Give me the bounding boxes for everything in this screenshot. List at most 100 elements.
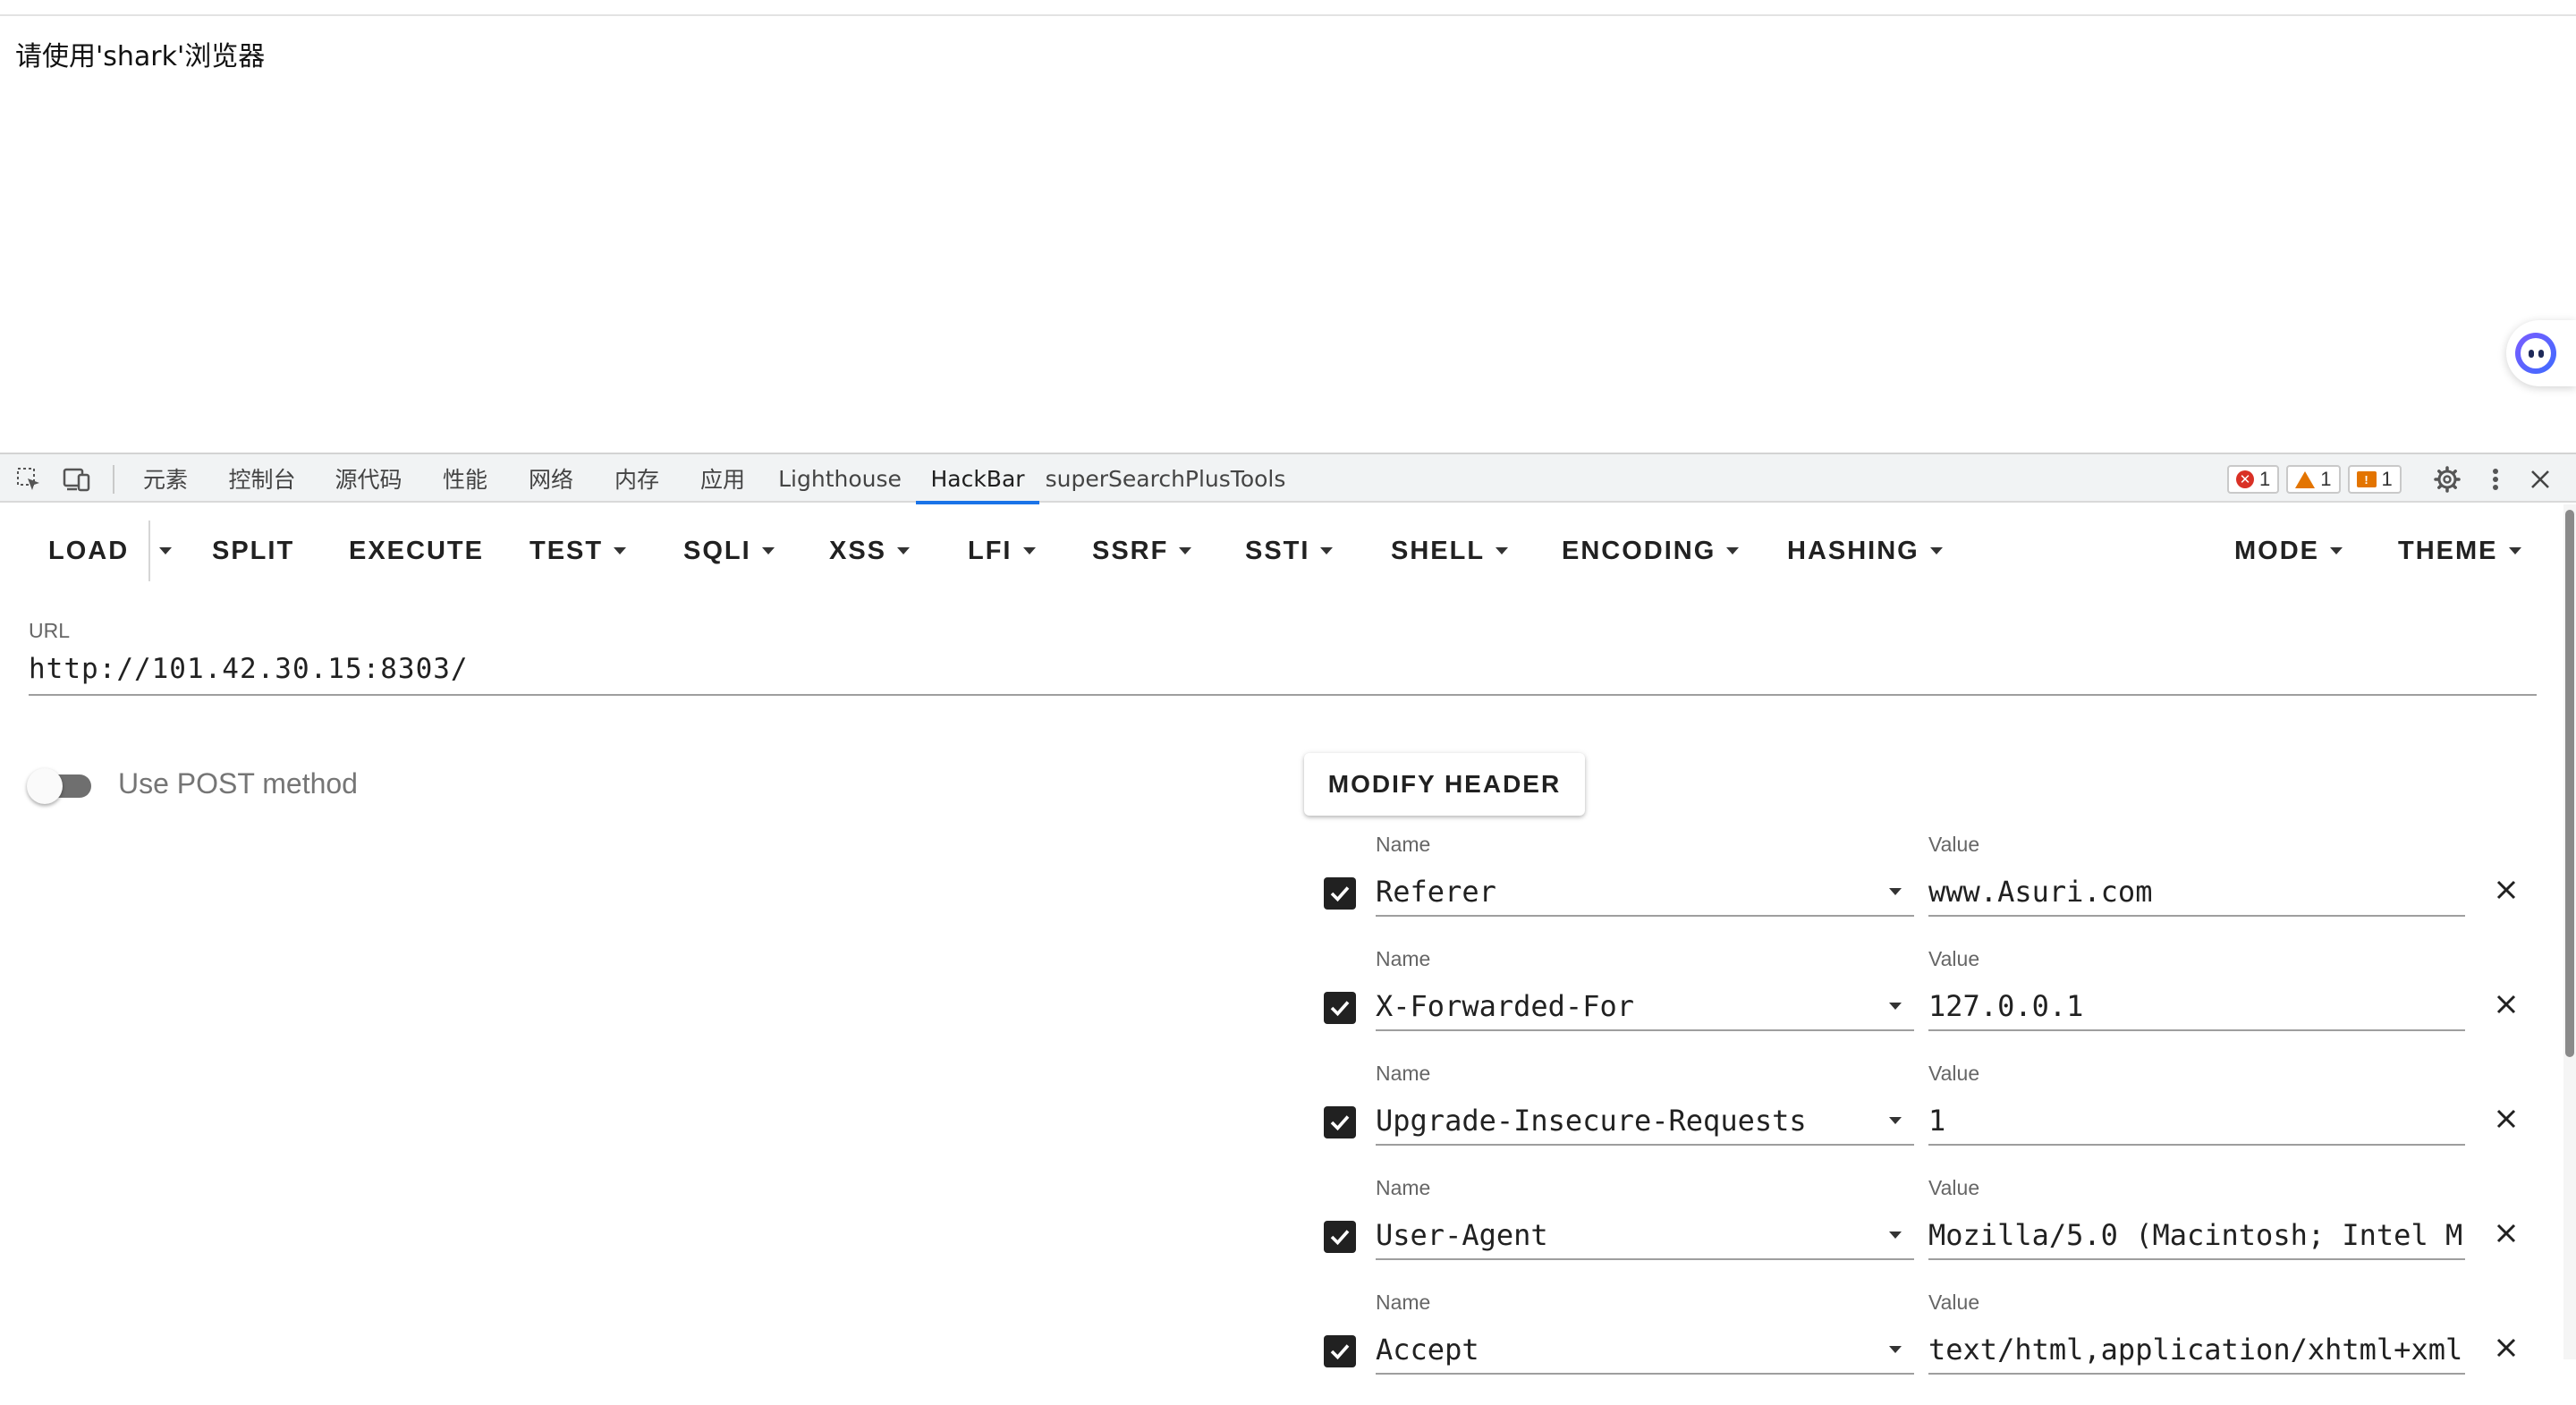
inspect-element-icon[interactable]: [14, 465, 43, 494]
header-value-input[interactable]: 127.0.0.1: [1928, 976, 2465, 1031]
chevron-down-icon: [1889, 1003, 1902, 1010]
header-enabled-checkbox[interactable]: [1324, 1335, 1356, 1367]
chevron-down-icon: [1496, 547, 1509, 554]
header-value-input[interactable]: text/html,application/xhtml+xml: [1928, 1319, 2465, 1375]
chevron-down-icon: [1889, 1117, 1902, 1124]
url-input[interactable]: [29, 651, 2537, 696]
header-name-select[interactable]: X-Forwarded-For: [1376, 976, 1914, 1031]
header-row: Name X-Forwarded-For Value 127.0.0.1: [1306, 947, 2540, 1062]
issue-icon: !: [2356, 471, 2377, 487]
more-options-icon[interactable]: [2481, 465, 2510, 494]
header-value-input[interactable]: Mozilla/5.0 (Macintosh; Intel M: [1928, 1205, 2465, 1260]
tab-elements[interactable]: 元素: [141, 454, 190, 503]
header-row: Name User-Agent Value Mozilla/5.0 (Macintos…: [1306, 1176, 2540, 1291]
header-value-input[interactable]: 1: [1928, 1090, 2465, 1146]
ssti-menu-button[interactable]: SSTI: [1245, 524, 1334, 578]
header-enabled-checkbox[interactable]: [1324, 992, 1356, 1024]
header-name-label: Name: [1376, 947, 1431, 970]
ssrf-menu-button[interactable]: SSRF: [1092, 524, 1192, 578]
url-label: URL: [29, 619, 71, 642]
header-name-select[interactable]: Referer: [1376, 861, 1914, 917]
close-icon: [2496, 1109, 2516, 1129]
check-icon: [1330, 886, 1350, 902]
toolbar-separator: [113, 465, 114, 494]
header-enabled-checkbox[interactable]: [1324, 1221, 1356, 1253]
web-page: 请使用'shark'浏览器: [0, 0, 2576, 453]
header-name-label: Name: [1376, 1291, 1431, 1314]
devtools-panel: 元素 控制台 源代码 性能 网络 内存 应用 Lighthouse HackBa…: [0, 453, 2576, 1375]
modify-header-button[interactable]: MODIFY HEADER: [1304, 753, 1585, 816]
hashing-menu-button[interactable]: HASHING: [1787, 524, 1943, 578]
header-value-label: Value: [1928, 1062, 1980, 1085]
remove-header-button[interactable]: [2488, 872, 2524, 908]
tab-console[interactable]: 控制台: [227, 454, 297, 503]
tab-lighthouse[interactable]: Lighthouse: [778, 454, 902, 503]
scrollbar[interactable]: [2563, 504, 2576, 1359]
test-menu-button[interactable]: TEST: [530, 524, 627, 578]
header-enabled-checkbox[interactable]: [1324, 1106, 1356, 1138]
theme-menu-button[interactable]: THEME: [2398, 524, 2521, 578]
close-icon[interactable]: [2526, 465, 2555, 494]
header-row: Name Upgrade-Insecure-Requests Value 1: [1306, 1062, 2540, 1176]
tab-network[interactable]: 网络: [527, 454, 575, 503]
remove-header-button[interactable]: [2488, 1215, 2524, 1251]
chevron-down-icon: [1022, 547, 1036, 554]
check-icon: [1330, 1344, 1350, 1360]
tab-performance[interactable]: 性能: [441, 454, 489, 503]
sqli-menu-button[interactable]: SQLI: [683, 524, 775, 578]
page-message: 请使用'shark'浏览器: [15, 41, 266, 72]
split-button[interactable]: SPLIT: [212, 524, 294, 578]
assistant-icon: [2515, 333, 2556, 374]
xss-menu-button[interactable]: XSS: [829, 524, 911, 578]
lfi-menu-button[interactable]: LFI: [968, 524, 1036, 578]
header-enabled-checkbox[interactable]: [1324, 877, 1356, 910]
chevron-down-icon: [1929, 547, 1943, 554]
tab-hackbar[interactable]: HackBar: [916, 454, 1039, 504]
remove-header-button[interactable]: [2488, 1101, 2524, 1137]
header-value-label: Value: [1928, 1291, 1980, 1314]
tab-supersearchplustools[interactable]: superSearchPlusTools: [1046, 454, 1286, 503]
error-count-badge[interactable]: ✕ 1: [2227, 465, 2280, 494]
header-name-select[interactable]: User-Agent: [1376, 1205, 1914, 1260]
issues-count-badge[interactable]: ! 1: [2347, 465, 2402, 494]
chevron-down-icon: [1889, 888, 1902, 895]
header-name-label: Name: [1376, 1176, 1431, 1199]
check-icon: [1330, 1001, 1350, 1017]
header-name-select[interactable]: Accept: [1376, 1319, 1914, 1375]
device-toolbar-icon[interactable]: [63, 465, 91, 494]
issue-badges[interactable]: ✕ 1 1 ! 1: [2227, 465, 2402, 494]
post-method-toggle[interactable]: [27, 766, 98, 805]
mode-menu-button[interactable]: MODE: [2234, 524, 2343, 578]
chevron-down-icon: [614, 547, 627, 554]
close-icon: [2496, 1338, 2516, 1358]
header-value-label: Value: [1928, 947, 1980, 970]
gear-icon[interactable]: [2433, 465, 2462, 494]
chevron-down-icon: [159, 547, 172, 554]
assistant-floating-button[interactable]: [2506, 320, 2576, 386]
warning-icon: [2295, 470, 2316, 488]
header-value-label: Value: [1928, 1176, 1980, 1199]
header-row: Name Accept Value text/html,application/xht…: [1306, 1291, 2540, 1405]
tab-sources[interactable]: 源代码: [334, 454, 403, 503]
warning-count-badge[interactable]: 1: [2286, 465, 2341, 494]
load-separator: [148, 521, 150, 581]
chevron-down-icon: [1179, 547, 1192, 554]
load-button[interactable]: LOAD: [48, 524, 129, 578]
execute-button[interactable]: EXECUTE: [349, 524, 484, 578]
load-dropdown-button[interactable]: [159, 524, 172, 578]
post-method-label: Use POST method: [118, 767, 358, 800]
header-name-select[interactable]: Upgrade-Insecure-Requests: [1376, 1090, 1914, 1146]
chevron-down-icon: [1889, 1346, 1902, 1353]
tab-memory[interactable]: 内存: [613, 454, 661, 503]
remove-header-button[interactable]: [2488, 1330, 2524, 1366]
scrollbar-thumb[interactable]: [2565, 510, 2574, 1057]
tab-application[interactable]: 应用: [699, 454, 747, 503]
chevron-down-icon: [1726, 547, 1740, 554]
shell-menu-button[interactable]: SHELL: [1391, 524, 1509, 578]
header-value-input[interactable]: www.Asuri.com: [1928, 861, 2465, 917]
header-row: Name Referer Value www.Asuri.com: [1306, 833, 2540, 947]
encoding-menu-button[interactable]: ENCODING: [1562, 524, 1740, 578]
close-icon: [2496, 880, 2516, 900]
remove-header-button[interactable]: [2488, 986, 2524, 1022]
devtools-tabbar: 元素 控制台 源代码 性能 网络 内存 应用 Lighthouse HackBa…: [0, 453, 2576, 504]
